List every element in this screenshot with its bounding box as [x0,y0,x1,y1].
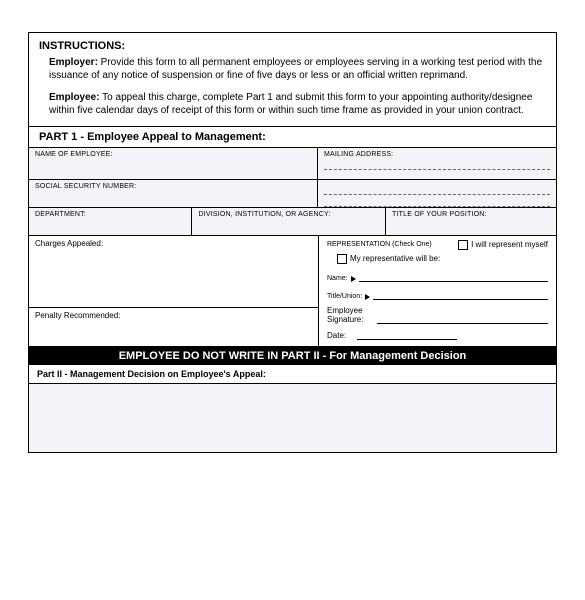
division-label: DIVISION, INSTITUTION, OR AGENCY: [198,211,379,218]
checkbox-other-icon[interactable] [337,254,347,264]
part1-heading: PART 1 - Employee Appeal to Management: [29,126,556,148]
mailing-line-2[interactable] [324,185,550,195]
date-label: Date: [327,331,357,340]
charges-cell[interactable]: Charges Appealed: [29,236,318,308]
rep-self-option[interactable]: I will represent myself [458,240,548,250]
ssn-cell[interactable]: SOCIAL SECURITY NUMBER: [29,180,318,208]
employer-instruction: Employer: Provide this form to all perma… [39,56,546,83]
date-field[interactable] [357,330,457,340]
rep-self-text: I will represent myself [471,240,548,249]
black-bar: EMPLOYEE DO NOT WRITE IN PART II - For M… [29,347,556,365]
rep-name-field[interactable] [359,272,548,282]
division-cell[interactable]: DIVISION, INSTITUTION, OR AGENCY: [192,208,386,236]
part2-body[interactable] [29,384,556,452]
row-name-mailing: NAME OF EMPLOYEE: MAILING ADDRESS: [29,148,556,180]
rep-other-text: My representative will be: [350,254,440,263]
checkbox-self-icon[interactable] [458,240,468,250]
arrow-icon [351,276,356,282]
mailing-label: MAILING ADDRESS: [324,151,550,158]
arrow-icon [365,294,370,300]
date-row: Date: [327,330,548,340]
charges-row: Charges Appealed: Penalty Recommended: R… [29,236,556,347]
rep-other-option[interactable]: My representative will be: [327,254,548,264]
signature-label: Employee Signature: [327,306,377,324]
mailing-cell-cont[interactable] [318,180,556,208]
rep-title-field[interactable] [373,290,548,300]
rep-title-row: Title/Union: [327,290,548,300]
rep-name-row: Name: [327,272,548,282]
charges-label: Charges Appealed: [35,239,312,248]
title-cell[interactable]: TITLE OF YOUR POSITION: [386,208,556,236]
rep-heading-row: REPRESENTATION (Check One) I will repres… [327,240,548,250]
mailing-cell[interactable]: MAILING ADDRESS: [318,148,556,180]
signature-row: Employee Signature: [327,306,548,324]
penalty-label: Penalty Recommended: [35,311,312,320]
representation-section: REPRESENTATION (Check One) I will repres… [318,236,556,346]
form-container: INSTRUCTIONS: Employer: Provide this for… [28,32,557,453]
penalty-cell[interactable]: Penalty Recommended: [29,308,318,346]
rep-heading: REPRESENTATION (Check One) [327,241,432,248]
charges-left: Charges Appealed: Penalty Recommended: [29,236,318,346]
signature-field[interactable] [377,314,548,324]
row-dept: DEPARTMENT: DIVISION, INSTITUTION, OR AG… [29,208,556,236]
mailing-line-1[interactable] [324,160,550,170]
dept-label: DEPARTMENT: [35,211,185,218]
employer-text: Provide this form to all permanent emplo… [49,57,542,82]
part2-heading: Part II - Management Decision on Employe… [29,365,556,384]
mailing-line-3[interactable] [324,197,550,207]
instructions-section: INSTRUCTIONS: Employer: Provide this for… [29,33,556,126]
ssn-label: SOCIAL SECURITY NUMBER: [35,183,311,190]
name-label: NAME OF EMPLOYEE: [35,151,311,158]
instructions-title: INSTRUCTIONS: [39,39,546,54]
rep-title-label: Title/Union: [327,293,362,300]
rep-name-label: Name: [327,275,348,282]
name-cell[interactable]: NAME OF EMPLOYEE: [29,148,318,180]
title-label: TITLE OF YOUR POSITION: [392,211,550,218]
employee-label: Employee: [49,92,100,103]
row-ssn: SOCIAL SECURITY NUMBER: [29,180,556,208]
employee-text: To appeal this charge, complete Part 1 a… [49,92,532,117]
employer-label: Employer: [49,57,98,68]
dept-cell[interactable]: DEPARTMENT: [29,208,192,236]
employee-instruction: Employee: To appeal this charge, complet… [39,91,546,118]
